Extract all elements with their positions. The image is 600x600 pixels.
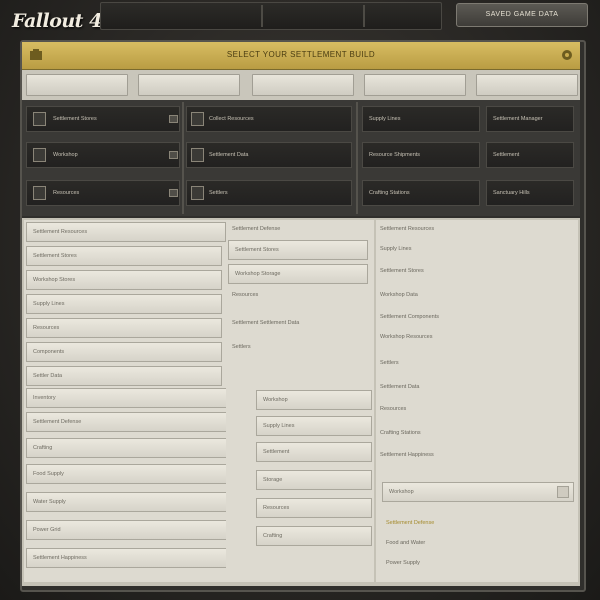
list-item[interactable]: Settlement Defense: [26, 412, 252, 432]
game-logo: Fallout 4: [12, 10, 102, 32]
list-item[interactable]: Settler Data: [26, 366, 222, 386]
list-item[interactable]: Workshop Stores: [26, 270, 222, 290]
slot[interactable]: Collect Resources: [186, 106, 352, 132]
list-item[interactable]: Settlement Resources: [26, 222, 226, 242]
slot[interactable]: Settlement Data: [186, 142, 352, 168]
item-icon: [191, 186, 204, 200]
slot-toggle-icon[interactable]: [169, 189, 178, 197]
slot[interactable]: Sanctuary Hills: [486, 180, 574, 206]
list-item[interactable]: Settlement Stores: [228, 240, 368, 260]
list-item[interactable]: Workshop: [256, 390, 372, 410]
tab-3[interactable]: [252, 74, 354, 96]
list-item[interactable]: Water Supply: [26, 492, 252, 512]
list-item[interactable]: Crafting: [26, 438, 252, 458]
settings-icon[interactable]: [560, 48, 574, 62]
item-icon: [33, 148, 46, 162]
list-item[interactable]: Resources: [256, 498, 372, 518]
tab-2[interactable]: [138, 74, 240, 96]
item-icon: [191, 148, 204, 162]
tab-1[interactable]: [26, 74, 128, 96]
window-title: SELECT YOUR SETTLEMENT BUILD: [226, 50, 376, 59]
list-left: Settlement Resources Settlement Stores W…: [24, 220, 252, 582]
list-item[interactable]: Settlement Happiness: [26, 548, 252, 568]
slot[interactable]: Settlement Stores: [26, 106, 180, 132]
slot[interactable]: Workshop: [26, 142, 180, 168]
list-item[interactable]: Workshop Storage: [228, 264, 368, 284]
content-area: Settlement Resources Settlement Stores W…: [22, 218, 580, 586]
slot[interactable]: Settlement: [486, 142, 574, 168]
slot-toggle-icon[interactable]: [169, 151, 178, 159]
list-item[interactable]: Power Grid: [26, 520, 252, 540]
list-item[interactable]: Components: [26, 342, 222, 362]
saved-game-button[interactable]: SAVED GAME DATA: [456, 3, 588, 27]
slot[interactable]: Resource Shipments: [362, 142, 480, 168]
list-item[interactable]: Inventory: [26, 388, 252, 408]
list-item[interactable]: Supply Lines: [26, 294, 222, 314]
list-item[interactable]: Supply Lines: [256, 416, 372, 436]
slot-panel: Settlement Stores Workshop Resources Col…: [22, 100, 580, 216]
slot[interactable]: Resources: [26, 180, 180, 206]
list-item[interactable]: Workshop: [382, 482, 574, 502]
expand-icon[interactable]: [557, 486, 569, 498]
tab-5[interactable]: [476, 74, 578, 96]
tab-bar: [22, 70, 580, 100]
slot[interactable]: Crafting Stations: [362, 180, 480, 206]
slot[interactable]: Settlement Manager: [486, 106, 574, 132]
list-item[interactable]: Settlement Stores: [26, 246, 222, 266]
list-item[interactable]: Crafting: [256, 526, 372, 546]
slot-toggle-icon[interactable]: [169, 115, 178, 123]
list-item[interactable]: Resources: [26, 318, 222, 338]
top-bar: [100, 2, 442, 30]
item-icon: [33, 112, 46, 126]
item-icon: [191, 112, 204, 126]
list-middle: Settlement Defense Settlement Stores Wor…: [226, 220, 374, 582]
slot[interactable]: Settlers: [186, 180, 352, 206]
slot[interactable]: Supply Lines: [362, 106, 480, 132]
list-right: Settlement Resources Supply Lines Settle…: [376, 220, 578, 582]
window-header: SELECT YOUR SETTLEMENT BUILD: [22, 42, 580, 70]
list-item[interactable]: Storage: [256, 470, 372, 490]
list-item[interactable]: Food Supply: [26, 464, 252, 484]
tab-4[interactable]: [364, 74, 466, 96]
item-icon: [33, 186, 46, 200]
list-item[interactable]: Settlement: [256, 442, 372, 462]
